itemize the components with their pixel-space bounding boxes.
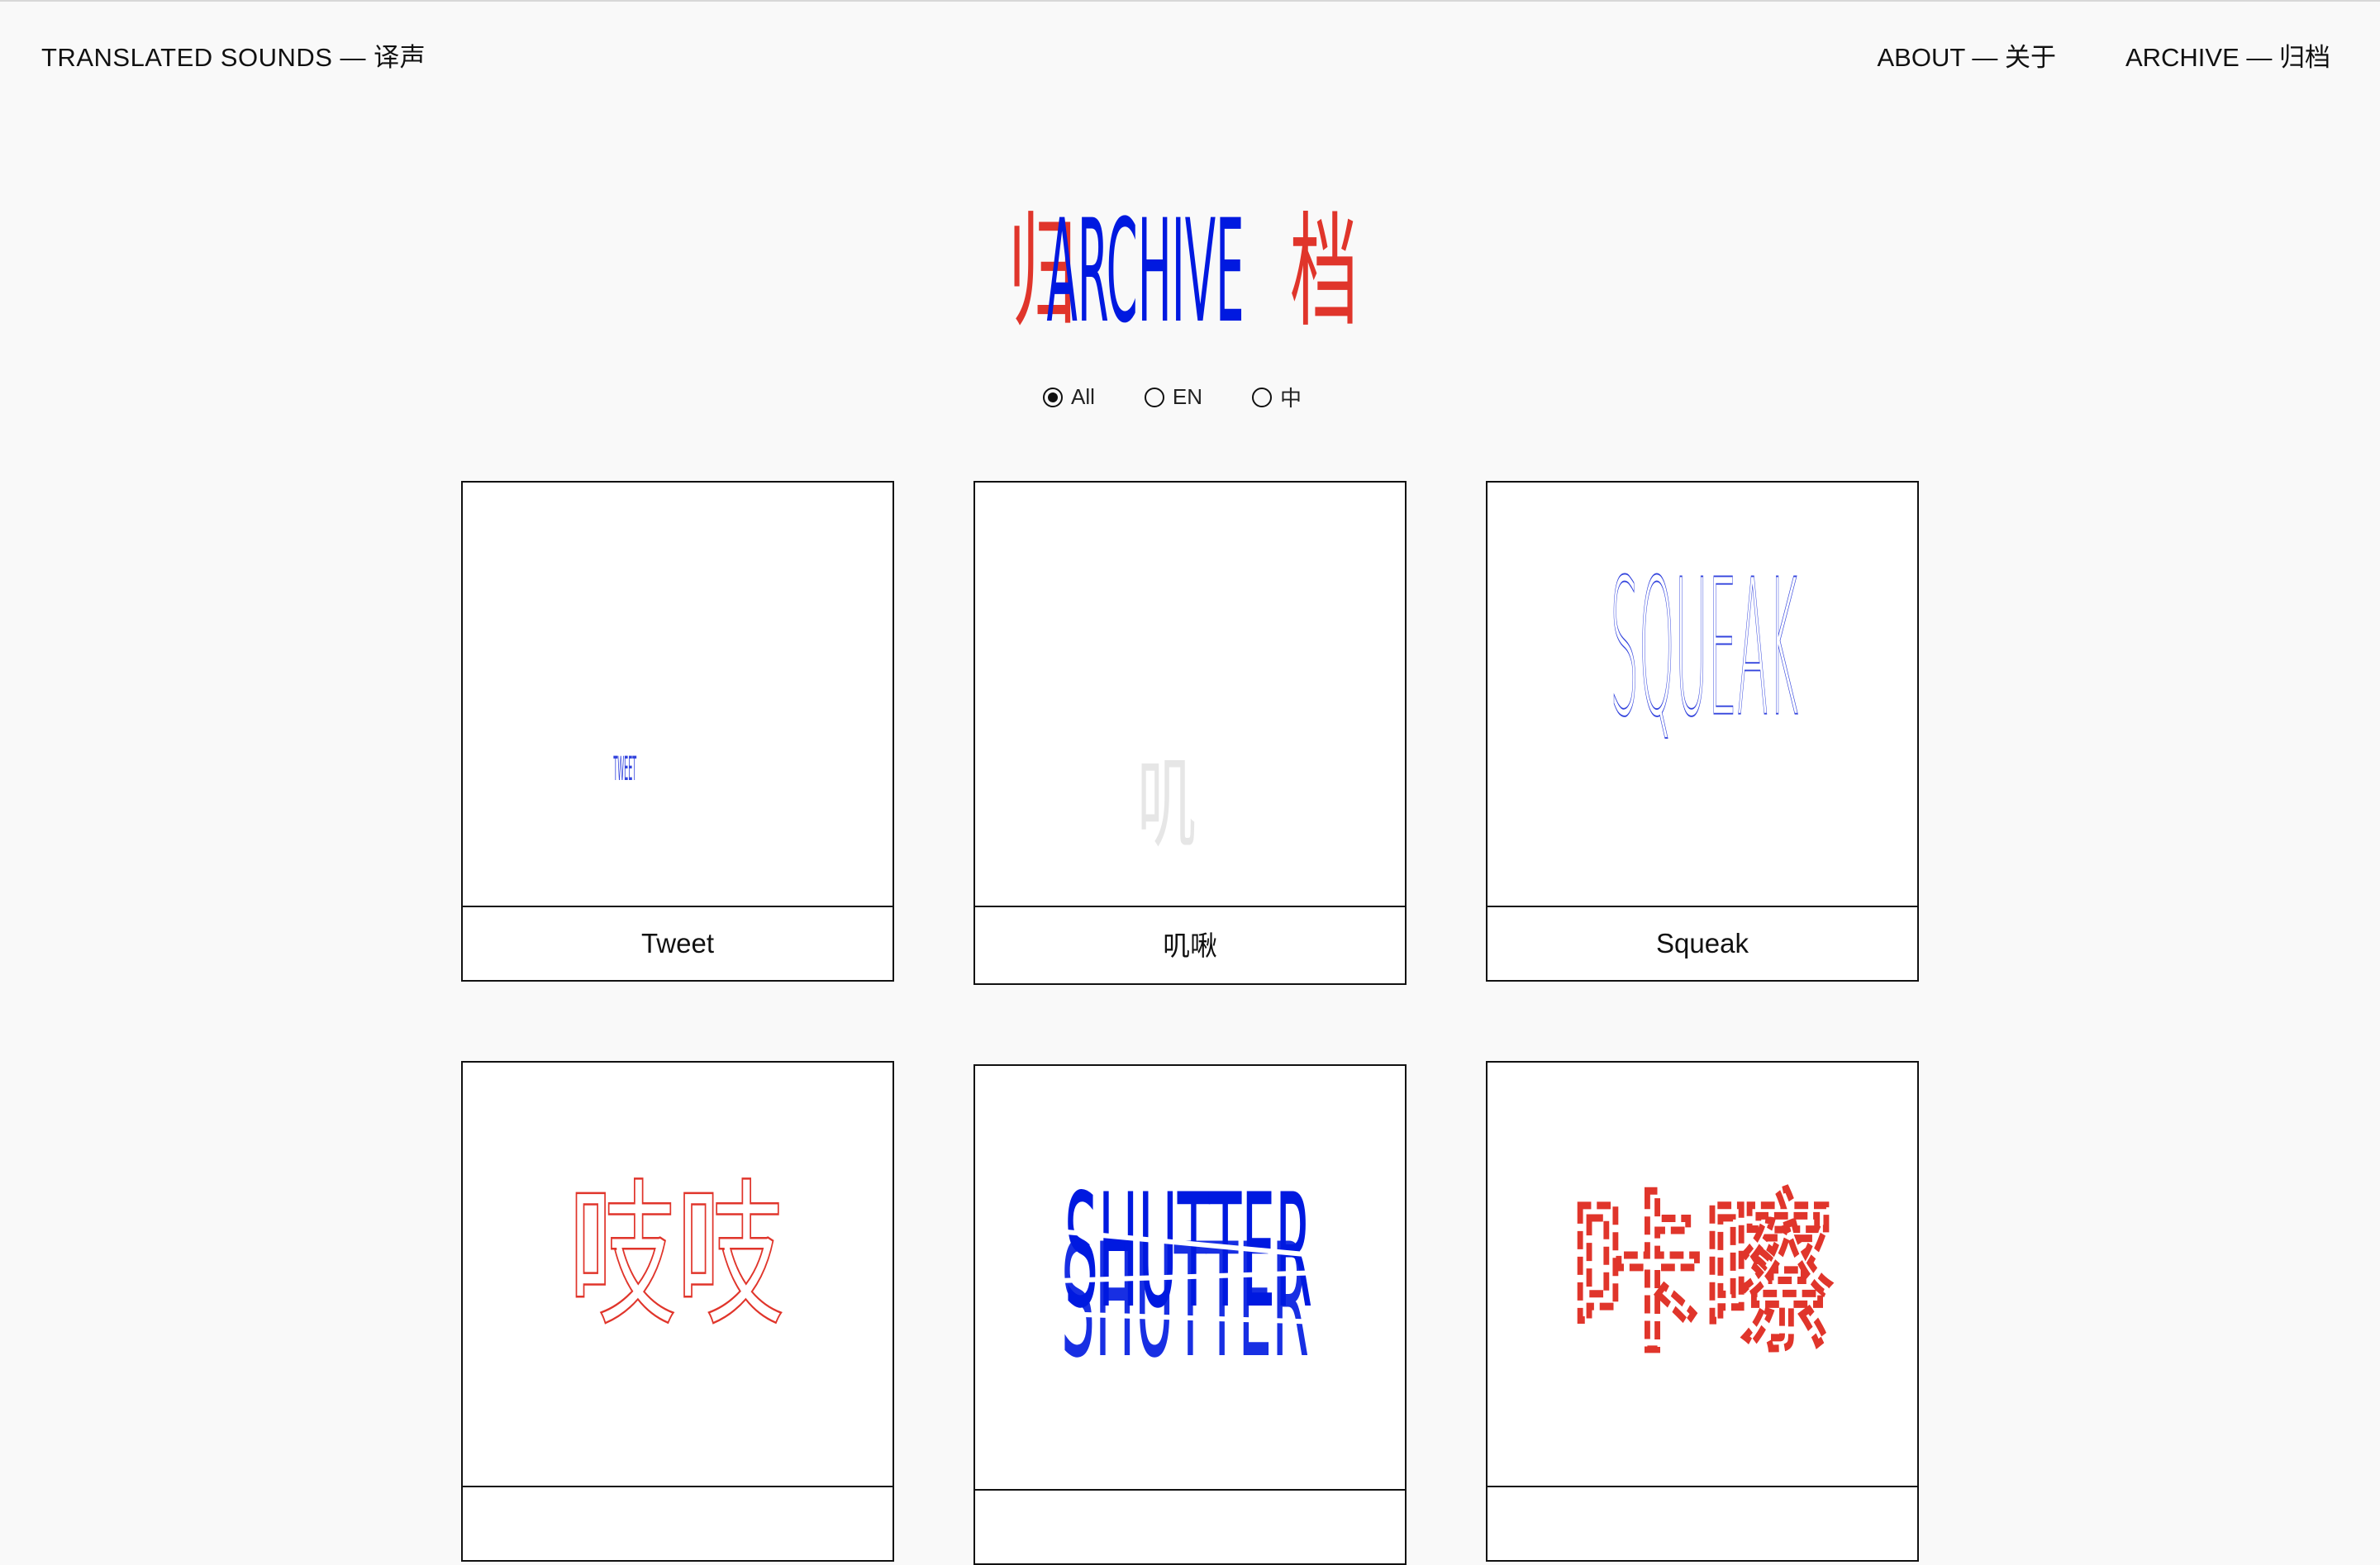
card-title: Squeak — [1656, 928, 1749, 959]
archive-card-shutter[interactable]: SHUTTER SHUTTER — [973, 1064, 1407, 1565]
filter-all-label: All — [1071, 384, 1095, 409]
card-artwork: SHUTTER SHUTTER — [975, 1066, 1405, 1491]
radio-icon-selected[interactable] — [1043, 387, 1063, 407]
nav-archive-link[interactable]: ARCHIVE — 归档 — [2125, 36, 2330, 74]
page-heading-logo: 归 ARCHIVE 档 — [1008, 190, 1355, 327]
archive-card-squeak[interactable]: SQUEAK Squeak — [1486, 481, 1919, 982]
archive-card-tweet[interactable]: TWEET Tweet — [461, 481, 894, 982]
card-artwork: SQUEAK — [1488, 483, 1917, 907]
archive-card-kacha[interactable]: 咔嚓 — [1486, 1061, 1919, 1562]
filter-en-label: EN — [1172, 384, 1203, 409]
archive-card-zhizhi[interactable]: 吱吱 — [461, 1061, 894, 1562]
filter-zh-label: 中 — [1280, 386, 1302, 411]
filter-en[interactable]: EN — [1144, 382, 1203, 412]
card-artwork: 叽 — [975, 483, 1405, 907]
radio-icon[interactable] — [1252, 387, 1273, 407]
svg-text:SQUEAK: SQUEAK — [1610, 539, 1798, 758]
nav-about-link[interactable]: ABOUT — 关于 — [1878, 36, 2056, 74]
heading-right-glyph: 档 — [1290, 200, 1355, 327]
svg-text:TWEET: TWEET — [613, 749, 636, 788]
heading-word: ARCHIVE — [1047, 190, 1245, 327]
filter-zh[interactable]: 中 — [1252, 382, 1302, 412]
main-nav: ABOUT — 关于 ARCHIVE — 归档 — [1878, 36, 2331, 74]
archive-card-jijiu[interactable]: 叽 叽啾 — [973, 481, 1407, 985]
svg-text:咔嚓: 咔嚓 — [1570, 1174, 1835, 1377]
card-title: 叽啾 — [1163, 930, 1217, 961]
window-top-border — [0, 0, 2380, 2]
svg-text:叽: 叽 — [1137, 747, 1197, 862]
filter-all[interactable]: All — [1043, 382, 1095, 412]
card-title: Tweet — [640, 928, 715, 959]
radio-icon[interactable] — [1144, 387, 1164, 407]
svg-text:吱吱: 吱吱 — [569, 1165, 784, 1348]
card-artwork: 吱吱 — [463, 1063, 892, 1487]
language-filter: All EN 中 — [1043, 382, 1302, 412]
card-artwork: 咔嚓 — [1488, 1063, 1917, 1487]
site-title-link[interactable]: TRANSLATED SOUNDS — 译声 — [41, 36, 426, 74]
card-artwork: TWEET — [463, 483, 892, 907]
